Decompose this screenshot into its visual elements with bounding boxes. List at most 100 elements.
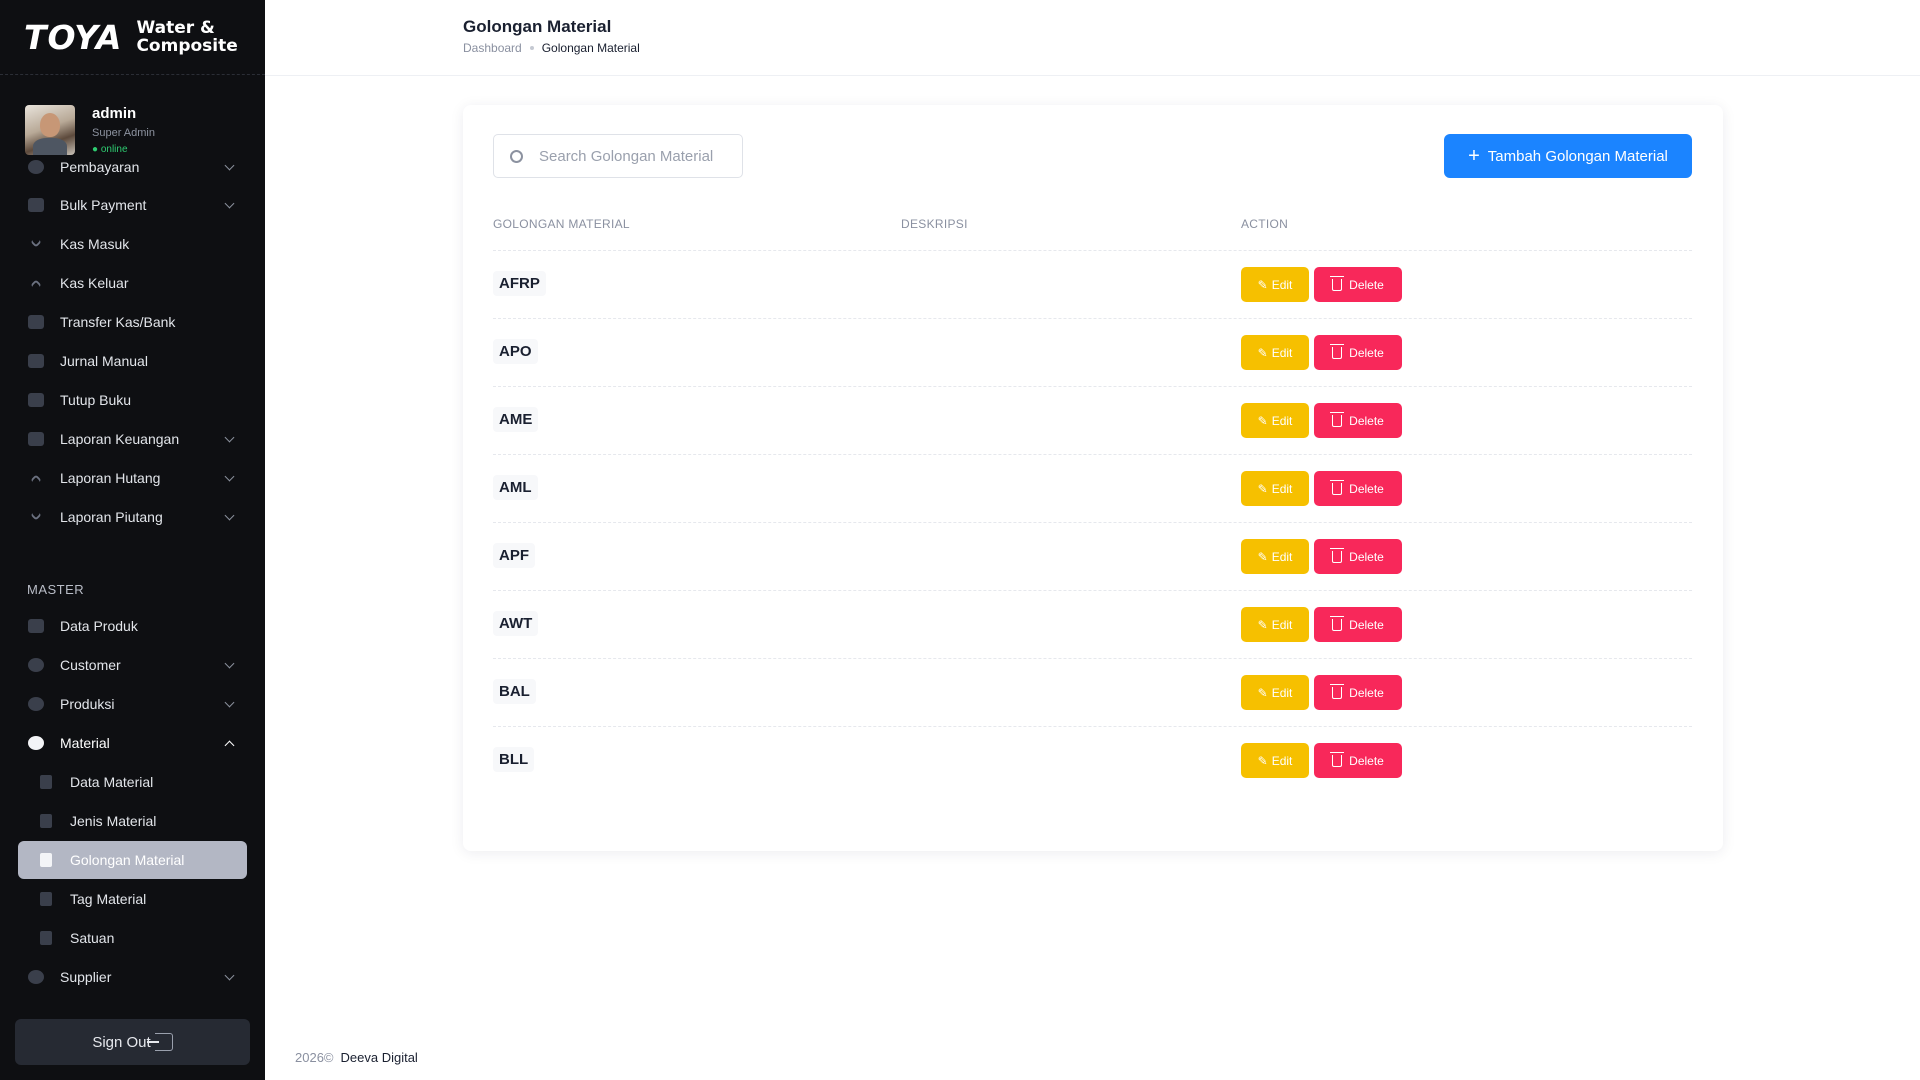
- delete-button[interactable]: Delete: [1314, 675, 1402, 710]
- column-action: ACTION: [1241, 217, 1289, 231]
- edit-label: Edit: [1271, 617, 1293, 632]
- table-row: AFRP ✎ Edit Delete: [493, 251, 1692, 319]
- user-role: Super Admin: [92, 127, 155, 139]
- trash-icon: [1330, 683, 1345, 699]
- sidebar-item-kas-masuk[interactable]: Kas Masuk: [18, 225, 247, 263]
- document-icon: [40, 814, 52, 828]
- supplier-icon: [28, 970, 44, 984]
- sidebar-item-laporan-hutang[interactable]: Laporan Hutang: [18, 459, 247, 497]
- sidebar-item-transfer-kas-bank[interactable]: Transfer Kas/Bank: [18, 303, 247, 341]
- sidebar-item-data-produk[interactable]: Data Produk: [18, 607, 247, 645]
- plus-icon: +: [1468, 145, 1480, 167]
- trash-icon: [1330, 411, 1345, 427]
- edit-label: Edit: [1271, 549, 1293, 564]
- golongan-code: APF: [493, 543, 535, 568]
- trash-icon: [1330, 547, 1345, 563]
- brand-logo: TOYA: [24, 17, 123, 57]
- delete-button[interactable]: Delete: [1314, 471, 1402, 506]
- edit-button[interactable]: ✎ Edit: [1241, 743, 1309, 778]
- golongan-code: BAL: [493, 679, 536, 704]
- edit-button[interactable]: ✎ Edit: [1241, 267, 1309, 302]
- edit-label: Edit: [1271, 345, 1293, 360]
- search-input[interactable]: [539, 147, 729, 165]
- delete-label: Delete: [1349, 549, 1384, 564]
- sidebar-item-bulk-payment[interactable]: Bulk Payment: [18, 186, 247, 224]
- chevron-down-icon: [224, 198, 235, 209]
- golongan-code: AFRP: [493, 271, 546, 296]
- document-icon: [40, 892, 52, 906]
- sidebar-item-kas-keluar[interactable]: Kas Keluar: [18, 264, 247, 302]
- search-box[interactable]: [493, 134, 743, 178]
- sidebar-item-golongan-material[interactable]: Golongan Material: [18, 841, 247, 879]
- material-icon: [28, 736, 44, 750]
- sidebar-item-customer[interactable]: Customer: [18, 646, 247, 684]
- pencil-icon: ✎: [1257, 549, 1268, 564]
- sidebar-item-laporan-piutang[interactable]: Laporan Piutang: [18, 498, 247, 536]
- document-icon: [40, 775, 52, 789]
- sidebar-item-tutup-buku[interactable]: Tutup Buku: [18, 381, 247, 419]
- sidebar-item-produksi[interactable]: Produksi: [18, 685, 247, 723]
- edit-button[interactable]: ✎ Edit: [1241, 675, 1309, 710]
- sidebar-item-data-material[interactable]: Data Material: [18, 763, 247, 801]
- sidebar-item-tag-material[interactable]: Tag Material: [18, 880, 247, 918]
- delete-label: Delete: [1349, 277, 1384, 292]
- sidebar-item-jurnal-manual[interactable]: Jurnal Manual: [18, 342, 247, 380]
- edit-button[interactable]: ✎ Edit: [1241, 403, 1309, 438]
- chevron-down-icon: [224, 658, 235, 669]
- delete-label: Delete: [1349, 753, 1384, 768]
- chevron-down-icon: [224, 471, 235, 482]
- trash-icon: [1330, 275, 1345, 291]
- breadcrumb-current: Golongan Material: [541, 41, 640, 55]
- sidebar-item-pembayaran[interactable]: Pembayaran: [18, 148, 247, 186]
- delete-button[interactable]: Delete: [1314, 607, 1402, 642]
- delete-button[interactable]: Delete: [1314, 403, 1402, 438]
- delete-button[interactable]: Delete: [1314, 539, 1402, 574]
- footer: 2026© Deeva Digital: [295, 1050, 418, 1065]
- table-row: BAL ✎ Edit Delete: [493, 659, 1692, 727]
- edit-button[interactable]: ✎ Edit: [1241, 607, 1309, 642]
- delete-button[interactable]: Delete: [1314, 743, 1402, 778]
- edit-button[interactable]: ✎ Edit: [1241, 539, 1309, 574]
- delete-label: Delete: [1349, 481, 1384, 496]
- chevron-down-icon: [224, 432, 235, 443]
- sign-out-button[interactable]: Sign Out: [15, 1019, 250, 1065]
- sidebar-item-material[interactable]: Material: [18, 724, 247, 762]
- column-deskripsi: DESKRIPSI: [901, 217, 968, 231]
- sidebar-item-supplier[interactable]: Supplier: [18, 958, 247, 996]
- edit-label: Edit: [1271, 413, 1293, 428]
- transfer-icon: [28, 315, 44, 329]
- brand[interactable]: TOYA Water & Composite: [0, 0, 265, 75]
- sign-out-label: Sign Out: [92, 1033, 151, 1051]
- delete-button[interactable]: Delete: [1314, 335, 1402, 370]
- golongan-code: AME: [493, 407, 539, 432]
- breadcrumb-dashboard[interactable]: Dashboard: [463, 41, 522, 55]
- footer-company-link[interactable]: Deeva Digital: [341, 1050, 418, 1065]
- chart-icon: [28, 432, 44, 446]
- trash-icon: [1330, 615, 1345, 631]
- table-row: APF ✎ Edit Delete: [493, 523, 1692, 591]
- footer-year: 2026©: [295, 1050, 334, 1065]
- delete-label: Delete: [1349, 617, 1384, 632]
- edit-button[interactable]: ✎ Edit: [1241, 471, 1309, 506]
- sign-out-icon: [146, 1033, 173, 1051]
- delete-button[interactable]: Delete: [1314, 267, 1402, 302]
- sidebar-item-label: Data Material: [70, 774, 154, 790]
- sidebar-item-laporan-keuangan[interactable]: Laporan Keuangan: [18, 420, 247, 458]
- sidebar-item-satuan[interactable]: Satuan: [18, 919, 247, 957]
- sidebar-item-label: Bulk Payment: [60, 197, 147, 213]
- add-golongan-material-button[interactable]: + Tambah Golongan Material: [1444, 134, 1692, 178]
- sidebar-item-label: Transfer Kas/Bank: [60, 314, 176, 330]
- sidebar-item-label: Tag Material: [70, 891, 147, 907]
- chevron-down-icon: [224, 970, 235, 981]
- arrow-down-icon: [30, 236, 42, 248]
- sidebar-item-jenis-material[interactable]: Jenis Material: [18, 802, 247, 840]
- delete-label: Delete: [1349, 413, 1384, 428]
- page-header: Golongan Material Dashboard Golongan Mat…: [265, 0, 1920, 76]
- edit-label: Edit: [1271, 753, 1293, 768]
- edit-button[interactable]: ✎ Edit: [1241, 335, 1309, 370]
- golongan-code: APO: [493, 339, 538, 364]
- chevron-up-icon: [224, 740, 235, 751]
- sidebar-item-label: Jurnal Manual: [60, 353, 148, 369]
- delete-label: Delete: [1349, 345, 1384, 360]
- sidebar-item-label: Data Produk: [60, 618, 138, 634]
